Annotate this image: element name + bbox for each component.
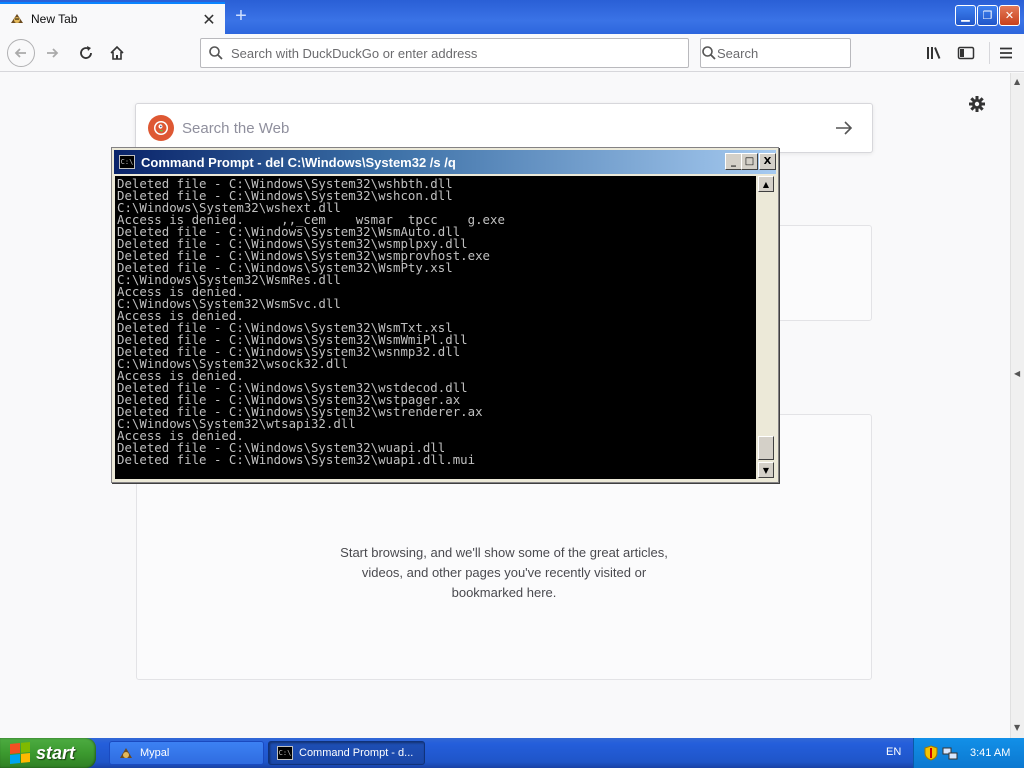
tab-title: New Tab bbox=[31, 12, 78, 26]
command-prompt-title: Command Prompt - del C:\Windows\System32… bbox=[141, 154, 456, 170]
mypal-favicon-icon bbox=[9, 11, 25, 27]
taskbar-item-command-prompt[interactable]: C:\ Command Prompt - d... bbox=[268, 741, 425, 765]
forward-icon[interactable] bbox=[40, 41, 64, 65]
gear-icon[interactable] bbox=[966, 93, 988, 115]
home-icon[interactable] bbox=[105, 41, 129, 65]
network-icon[interactable] bbox=[942, 745, 958, 761]
clock[interactable]: 3:41 AM bbox=[970, 747, 1010, 759]
search-bar[interactable] bbox=[700, 38, 893, 68]
cmd-minimize-button[interactable]: _ bbox=[725, 153, 742, 170]
tab-close-icon[interactable]: ✕ bbox=[199, 9, 219, 29]
new-tab-button[interactable]: + bbox=[231, 6, 251, 26]
reload-icon[interactable] bbox=[74, 41, 98, 65]
page-scrollbar[interactable]: ▲ ◀ ▼ bbox=[1010, 73, 1024, 738]
window-close-button[interactable]: ✕ bbox=[999, 5, 1020, 26]
console-scroll-down-button[interactable]: ▼ bbox=[758, 462, 774, 478]
console-line: Deleted file - C:\Windows\System32\wuapi… bbox=[117, 452, 476, 467]
url-input[interactable] bbox=[231, 45, 688, 61]
scroll-down-icon[interactable]: ▼ bbox=[1014, 723, 1020, 732]
windows-logo-icon bbox=[10, 741, 30, 765]
cmd-close-button[interactable]: X bbox=[759, 153, 776, 170]
search-icon bbox=[701, 45, 717, 61]
scroll-up-icon[interactable]: ▲ bbox=[1014, 77, 1020, 86]
toolbar-separator bbox=[989, 42, 990, 64]
mypal-icon bbox=[118, 746, 134, 760]
security-shield-icon[interactable] bbox=[924, 745, 938, 761]
taskbar-item-label: Mypal bbox=[140, 747, 170, 759]
menu-icon[interactable] bbox=[994, 41, 1018, 65]
search-input[interactable] bbox=[717, 45, 893, 61]
cmd-maximize-button[interactable]: □ bbox=[741, 153, 758, 170]
web-search-box[interactable] bbox=[135, 103, 873, 153]
arrow-right-icon[interactable] bbox=[830, 120, 858, 136]
command-prompt-window[interactable]: C:\ Command Prompt - del C:\Windows\Syst… bbox=[111, 147, 779, 483]
start-label: start bbox=[36, 742, 76, 763]
sidebar-icon[interactable] bbox=[954, 41, 978, 65]
highlights-message-line: bookmarked here. bbox=[451, 585, 557, 600]
url-bar[interactable] bbox=[200, 38, 689, 68]
highlights-message-line: videos, and other pages you've recently … bbox=[361, 565, 647, 580]
taskbar: start Mypal C:\ Command Prompt - d... EN… bbox=[0, 738, 1024, 768]
library-icon[interactable] bbox=[922, 41, 946, 65]
window-minimize-button[interactable]: ▁ bbox=[955, 5, 976, 26]
console-icon: C:\ bbox=[277, 746, 293, 760]
command-prompt-titlebar[interactable]: C:\ Command Prompt - del C:\Windows\Syst… bbox=[114, 150, 776, 174]
start-button[interactable]: start bbox=[0, 738, 96, 768]
console-scroll-thumb[interactable] bbox=[758, 436, 774, 460]
highlights-empty-message: Start browsing, and we'll show some of t… bbox=[136, 543, 872, 603]
taskbar-item-mypal[interactable]: Mypal bbox=[109, 741, 264, 765]
highlights-message-line: Start browsing, and we'll show some of t… bbox=[340, 545, 668, 560]
tab-new-tab[interactable]: New Tab ✕ bbox=[0, 2, 225, 34]
system-tray: 3:41 AM bbox=[913, 738, 1024, 768]
search-icon bbox=[201, 45, 231, 61]
web-search-input[interactable] bbox=[182, 119, 830, 137]
console-icon: C:\ bbox=[119, 155, 135, 169]
back-icon[interactable] bbox=[7, 39, 35, 67]
console-scroll-up-button[interactable]: ▲ bbox=[758, 176, 774, 192]
navigation-toolbar bbox=[0, 34, 1024, 72]
taskbar-item-label: Command Prompt - d... bbox=[299, 747, 414, 759]
tab-strip: New Tab ✕ + ▁ ❐ ✕ bbox=[0, 0, 1024, 34]
duckduckgo-icon bbox=[148, 115, 174, 141]
console-scrollbar[interactable]: ▲ ▼ bbox=[757, 176, 775, 479]
console-output[interactable]: Deleted file - C:\Windows\System32\wshbt… bbox=[115, 176, 756, 479]
scroll-marker-icon: ◀ bbox=[1014, 369, 1021, 378]
window-maximize-button[interactable]: ❐ bbox=[977, 5, 998, 26]
language-indicator[interactable]: EN bbox=[886, 746, 901, 758]
